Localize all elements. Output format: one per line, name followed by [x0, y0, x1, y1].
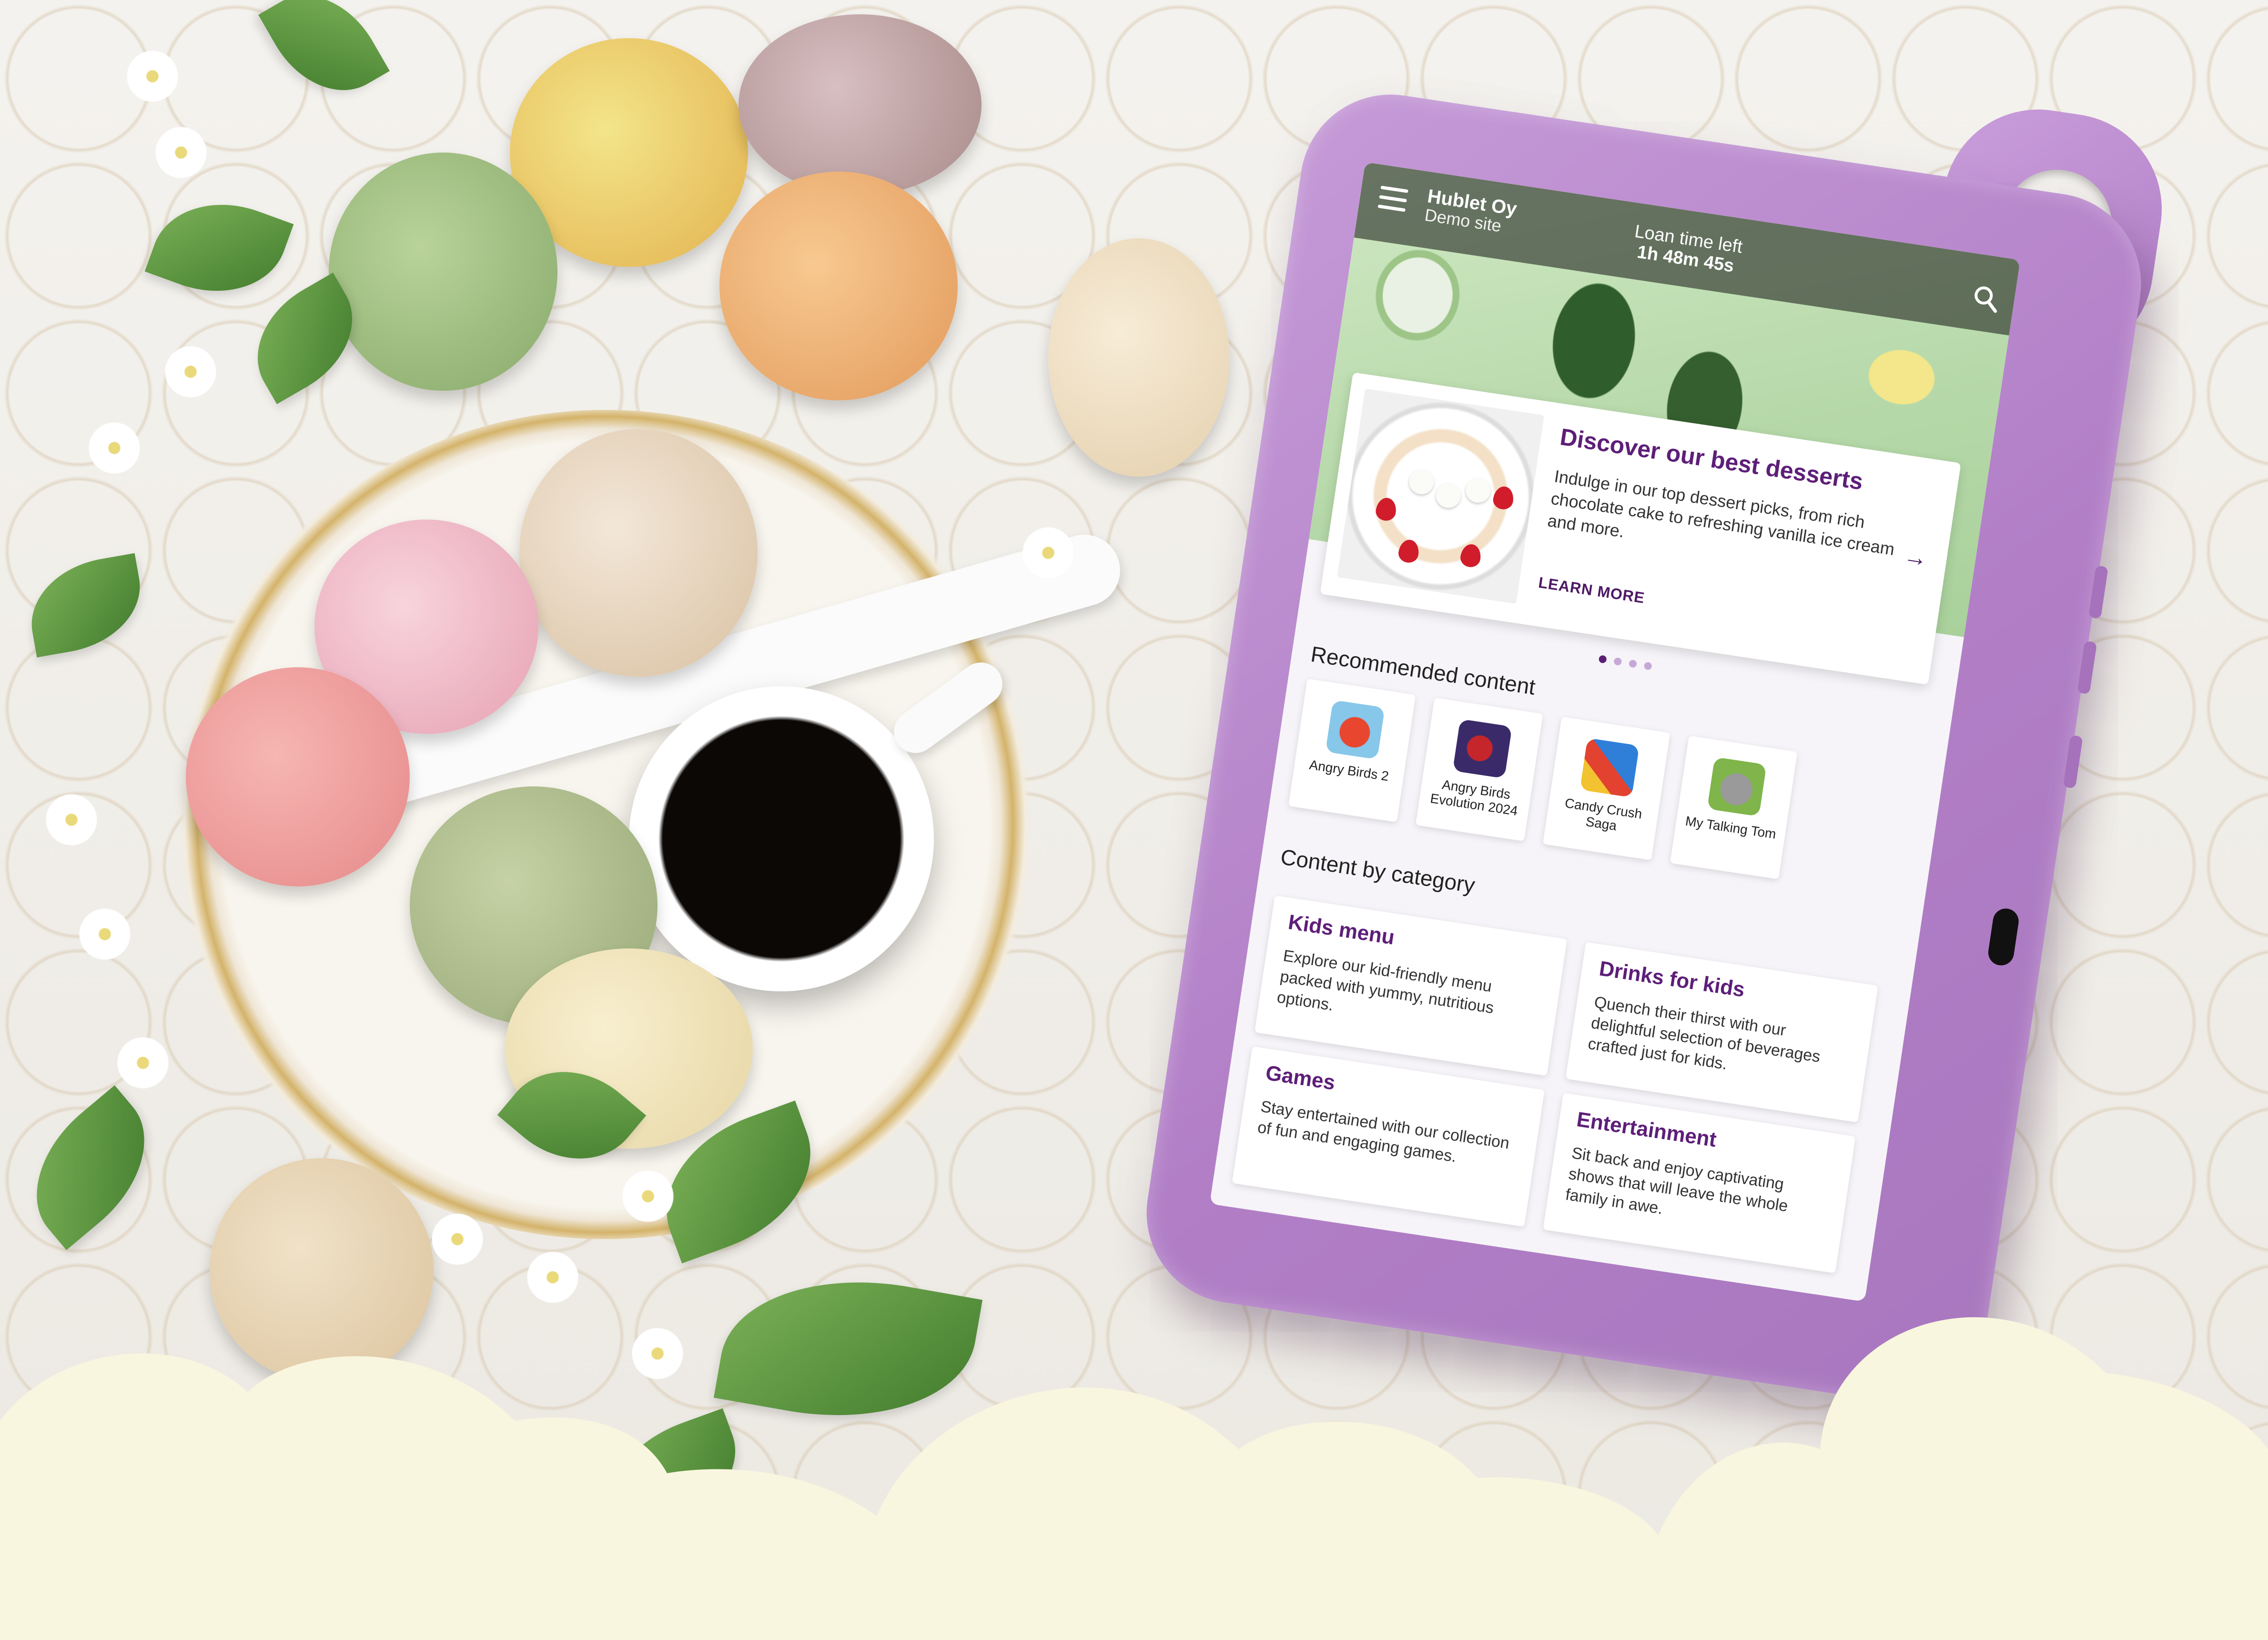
category-title: Entertainment: [1575, 1108, 1718, 1152]
blossom: [1020, 524, 1077, 581]
blossom: [152, 124, 210, 181]
category-grid: Kids menu Explore our kid-friendly menu …: [1232, 895, 1897, 1273]
app-tile-candy-crush[interactable]: Candy Crush Saga: [1542, 716, 1671, 860]
angry-birds-evolution-icon: [1452, 719, 1512, 779]
category-entertainment[interactable]: Entertainment Sit back and enjoy captiva…: [1543, 1093, 1856, 1273]
app-name: Angry Birds 2: [1308, 757, 1390, 784]
app-name: My Talking Tom: [1684, 813, 1777, 842]
dessert-image: [1337, 388, 1544, 604]
featured-description: Indulge in our top dessert picks, from r…: [1546, 466, 1896, 559]
app-tile-angry-birds-2[interactable]: Angry Birds 2: [1288, 679, 1416, 823]
category-title: Kids menu: [1286, 910, 1397, 949]
carousel-dot[interactable]: [1598, 655, 1607, 664]
app-name: Angry Birds Evolution 2024: [1429, 777, 1519, 819]
category-kids-menu[interactable]: Kids menu Explore our kid-friendly menu …: [1254, 895, 1568, 1076]
blossom: [114, 1034, 172, 1091]
macaron: [719, 172, 958, 400]
blossom: [162, 343, 219, 400]
macaron: [329, 153, 557, 391]
category-description: Quench their thirst with our delightful …: [1587, 993, 1822, 1074]
category-drinks-for-kids[interactable]: Drinks for kids Quench their thirst with…: [1565, 942, 1878, 1122]
blossom: [124, 48, 181, 105]
macaron: [1048, 238, 1229, 477]
category-title: Games: [1264, 1061, 1337, 1095]
search-icon[interactable]: [1969, 282, 2002, 315]
macaron: [186, 667, 410, 886]
categories-title: Content by category: [1279, 844, 1477, 898]
category-description: Explore our kid-friendly menu packed wit…: [1276, 947, 1495, 1018]
app-tile-angry-birds-evolution[interactable]: Angry Birds Evolution 2024: [1415, 697, 1543, 841]
tablet: Hublet Oy Demo site Loan time left 1h 48…: [1134, 82, 2175, 1415]
talking-tom-icon: [1707, 757, 1767, 817]
blossom: [619, 1168, 677, 1225]
app-tile-talking-tom[interactable]: My Talking Tom: [1670, 735, 1798, 879]
blossom: [86, 419, 143, 477]
blossom: [43, 791, 100, 848]
candy-crush-icon: [1580, 738, 1640, 798]
macaron: [739, 14, 982, 195]
learn-more-link[interactable]: LEARN MORE: [1537, 574, 1646, 607]
cloud-decoration: [0, 1317, 2268, 1640]
carousel-dot[interactable]: [1628, 659, 1638, 668]
carousel-dot[interactable]: [1613, 657, 1622, 666]
category-games[interactable]: Games Stay entertained with our collecti…: [1232, 1046, 1545, 1227]
blossom: [76, 906, 133, 963]
category-description: Sit back and enjoy captivating shows tha…: [1564, 1144, 1789, 1218]
carousel-dot[interactable]: [1643, 662, 1652, 671]
arrow-right-icon[interactable]: →: [1902, 542, 1930, 573]
angry-birds-2-icon: [1325, 700, 1385, 760]
macaron: [519, 429, 758, 677]
app-name: Candy Crush Saga: [1564, 795, 1643, 834]
category-description: Stay entertained with our collection of …: [1256, 1097, 1511, 1166]
coffee-cup: [629, 686, 934, 991]
